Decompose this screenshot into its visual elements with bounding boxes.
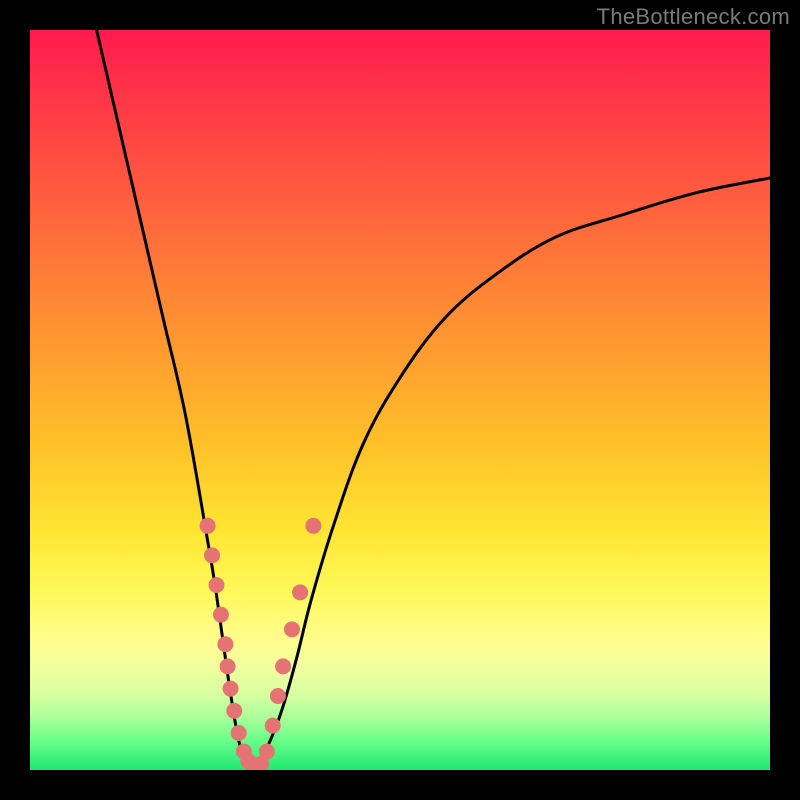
chart-frame	[30, 30, 770, 770]
data-dot	[284, 621, 300, 637]
data-dot	[292, 584, 308, 600]
data-dot	[223, 681, 239, 697]
data-dot	[220, 658, 236, 674]
data-dot	[305, 518, 321, 534]
data-dot	[217, 636, 233, 652]
watermark-text: TheBottleneck.com	[597, 4, 790, 30]
data-dot	[208, 577, 224, 593]
data-dot	[204, 547, 220, 563]
curve-group	[97, 30, 770, 770]
data-dot	[270, 688, 286, 704]
data-dot	[265, 718, 281, 734]
data-dot	[226, 703, 242, 719]
data-dot	[231, 725, 247, 741]
data-dot	[275, 658, 291, 674]
dots-group	[200, 518, 322, 770]
curve-right-arm	[252, 178, 770, 770]
data-dot	[200, 518, 216, 534]
bottleneck-curve-svg	[30, 30, 770, 770]
data-dot	[213, 607, 229, 623]
data-dot	[259, 744, 275, 760]
